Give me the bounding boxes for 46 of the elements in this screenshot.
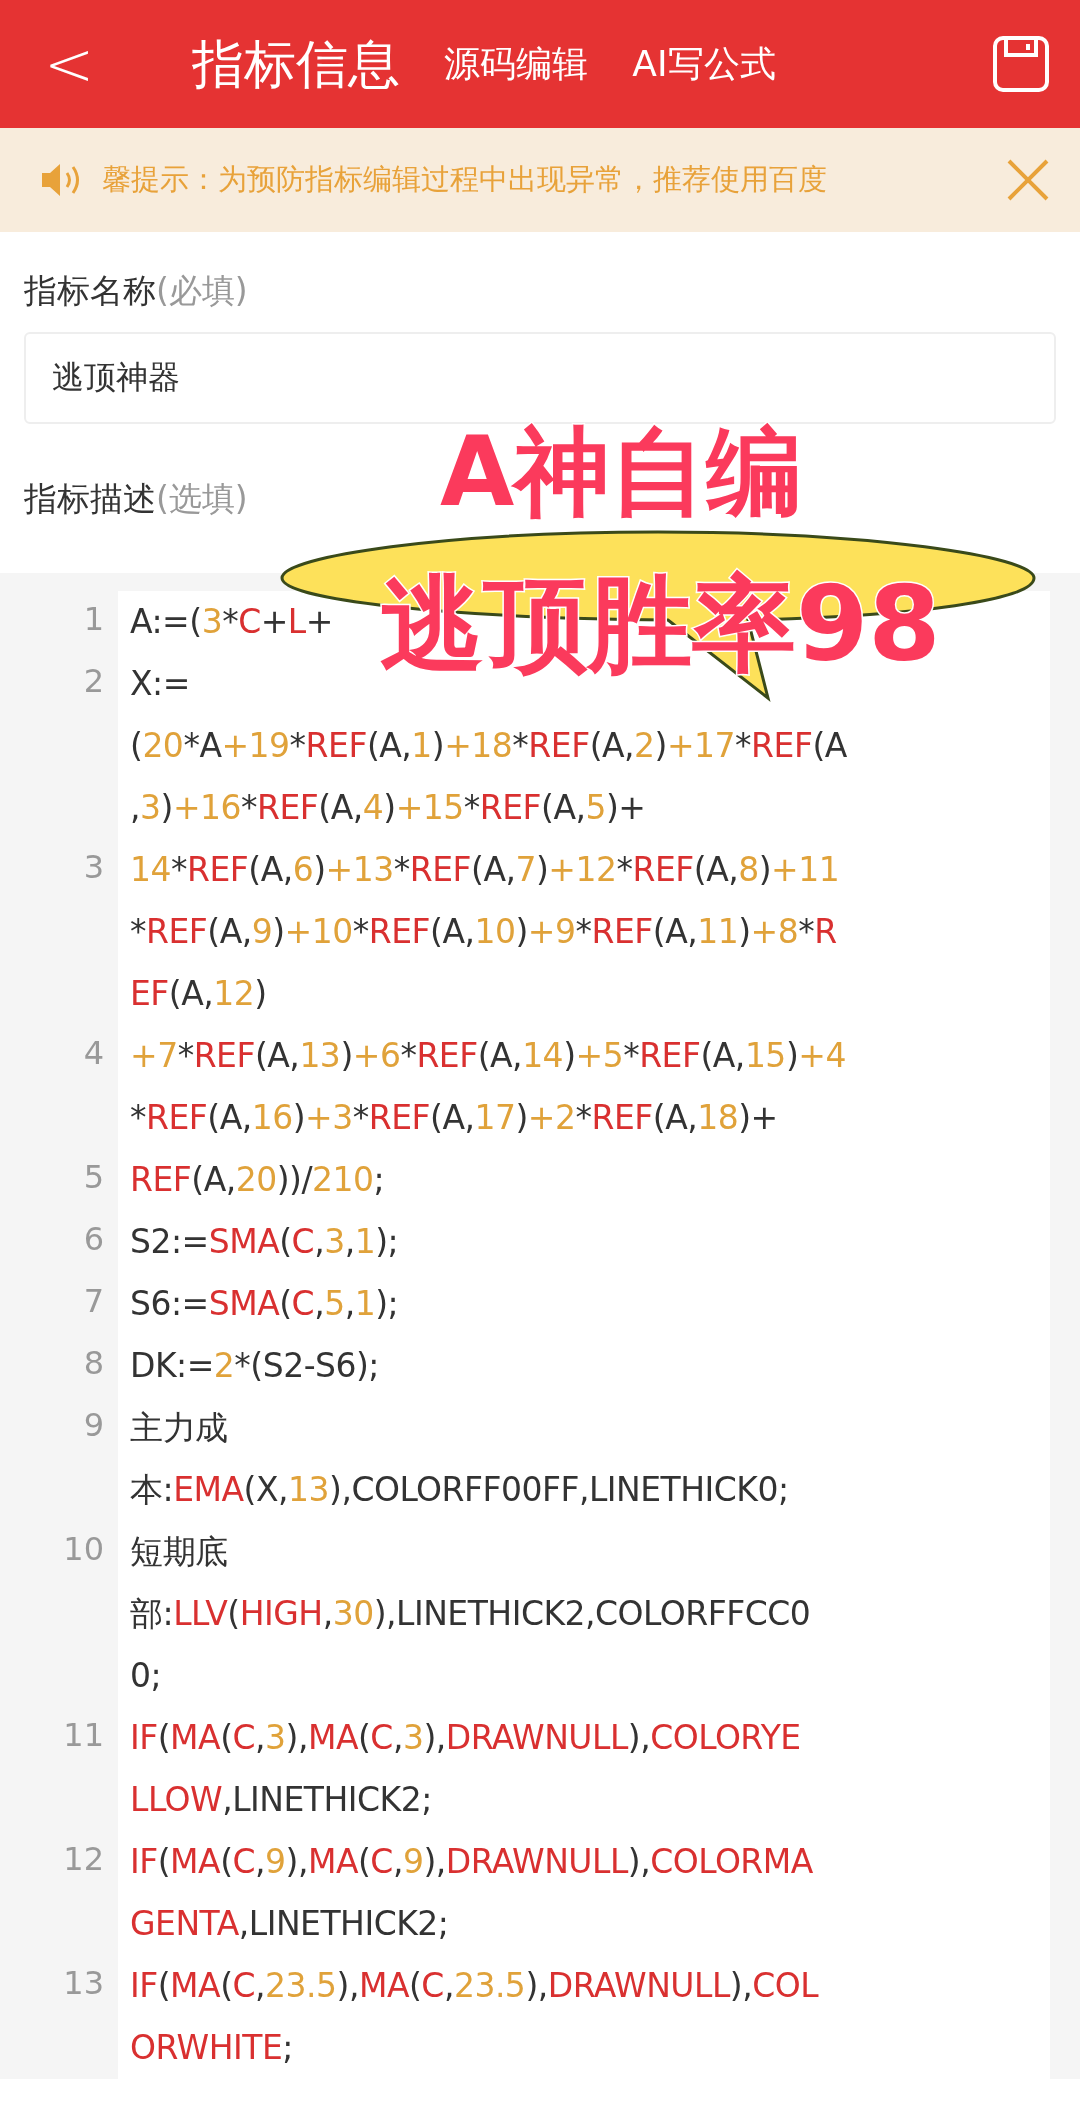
field-label: 指标描述(选填) <box>24 477 248 520</box>
code-line: (20*A+19*REF(A,1)+18*REF(A,2)+17*REF(A <box>129 725 847 768</box>
line-number: 10 <box>63 1529 104 1570</box>
notice-text: 馨提示：为预防指标编辑过程中出现异常，推荐使用百度 <box>102 161 828 199</box>
code-line: *REF(A,16)+3*REF(A,17)+2*REF(A,18)+ <box>129 1097 778 1140</box>
save-icon[interactable] <box>992 35 1050 93</box>
code-line: 0; <box>129 1655 162 1698</box>
code-line: LLOW,LINETHICK2; <box>129 1779 432 1822</box>
code-line: IF(MA(C,3),MA(C,3),DRAWNULL),COLORYE <box>129 1717 801 1760</box>
code-line: IF(MA(C,23.5),MA(C,23.5),DRAWNULL),COL <box>129 1965 819 2008</box>
code-line: GENTA,LINETHICK2; <box>129 1903 449 1946</box>
name-input[interactable]: 逃顶神器 <box>24 331 1056 424</box>
header-tab[interactable]: AI写公式 <box>632 37 776 91</box>
line-number: 11 <box>63 1715 104 1756</box>
line-number: 12 <box>63 1839 104 1880</box>
code-line: X:= <box>129 663 190 706</box>
line-number: 13 <box>63 1963 104 2004</box>
code-line: 本:EMA(X,13),COLORFF00FF,LINETHICK0; <box>129 1469 789 1512</box>
line-number: 2 <box>83 661 104 702</box>
code-line: IF(MA(C,9),MA(C,9),DRAWNULL),COLORMA <box>129 1841 813 1884</box>
code-line: +7*REF(A,13)+6*REF(A,14)+5*REF(A,15)+4 <box>129 1035 846 1078</box>
code-line: A:=(3*C+L+ <box>129 601 333 644</box>
code-line: 部:LLV(HIGH,30),LINETHICK2,COLORFFCC0 <box>129 1593 811 1636</box>
code-line: ORWHITE; <box>129 2027 293 2070</box>
code-line: 短期底 <box>129 1531 228 1574</box>
header-tab[interactable]: 源码编辑 <box>444 37 589 91</box>
line-number: 6 <box>83 1219 104 1260</box>
page-title: 指标信息 <box>192 33 401 96</box>
line-number: 9 <box>83 1405 104 1446</box>
code-line: EF(A,12) <box>129 973 267 1016</box>
line-number: 4 <box>83 1033 104 1074</box>
field-label: 指标名称(必填) <box>24 270 248 312</box>
code-line: *REF(A,9)+10*REF(A,10)+9*REF(A,11)+8*R <box>129 911 837 954</box>
line-number: 7 <box>83 1281 104 1322</box>
code-line: 14*REF(A,6)+13*REF(A,7)+12*REF(A,8)+11 <box>129 849 840 892</box>
line-number: 5 <box>83 1157 104 1198</box>
code-line: ,3)+16*REF(A,4)+15*REF(A,5)+ <box>129 787 646 830</box>
back-button[interactable]: < <box>36 34 103 94</box>
code-line: S6:=SMA(C,5,1); <box>129 1283 399 1326</box>
code-line: REF(A,20))/210; <box>129 1159 385 1202</box>
line-number: 8 <box>83 1343 104 1384</box>
line-number: 1 <box>83 599 104 640</box>
line-number: 3 <box>83 847 104 888</box>
code-line: DK:=2*(S2-S6); <box>129 1345 379 1388</box>
code-line: 主力成 <box>129 1407 228 1450</box>
code-line: S2:=SMA(C,3,1); <box>129 1221 399 1264</box>
